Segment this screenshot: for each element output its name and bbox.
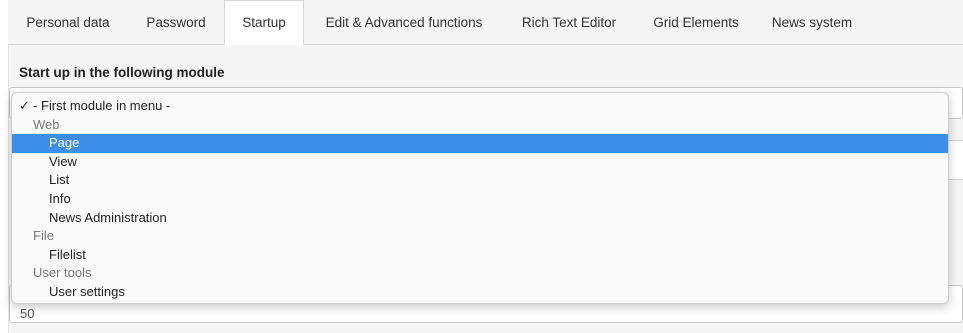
- option-first-module[interactable]: ✓ - First module in menu -: [12, 97, 948, 116]
- option-page[interactable]: Page: [12, 134, 948, 153]
- option-view[interactable]: View: [12, 153, 948, 172]
- lower-input-value: 50: [20, 306, 35, 321]
- option-info[interactable]: Info: [12, 190, 948, 209]
- tab-news-system[interactable]: News system: [758, 0, 866, 45]
- check-icon: ✓: [19, 98, 30, 113]
- option-news-administration[interactable]: News Administration: [12, 209, 948, 228]
- option-filelist[interactable]: Filelist: [12, 246, 948, 265]
- startup-module-dropdown-list[interactable]: ✓ - First module in menu - Web Page View …: [11, 92, 949, 304]
- optgroup-file: File: [33, 228, 54, 244]
- option-label: - First module in menu -: [33, 98, 171, 113]
- section-title: Start up in the following module: [19, 65, 225, 80]
- tab-startup[interactable]: Startup: [224, 0, 304, 45]
- tab-password[interactable]: Password: [128, 0, 224, 45]
- tab-grid-elements[interactable]: Grid Elements: [634, 0, 758, 45]
- option-list[interactable]: List: [12, 171, 948, 190]
- tab-personal-data[interactable]: Personal data: [8, 0, 128, 45]
- optgroup-web: Web: [33, 116, 60, 132]
- option-user-settings[interactable]: User settings: [12, 283, 948, 302]
- optgroup-user-tools: User tools: [33, 265, 92, 281]
- tab-rich-text-editor[interactable]: Rich Text Editor: [504, 0, 634, 45]
- tab-edit-advanced-functions[interactable]: Edit & Advanced functions: [304, 0, 504, 45]
- tab-bar: Personal data Password Startup Edit & Ad…: [8, 0, 963, 45]
